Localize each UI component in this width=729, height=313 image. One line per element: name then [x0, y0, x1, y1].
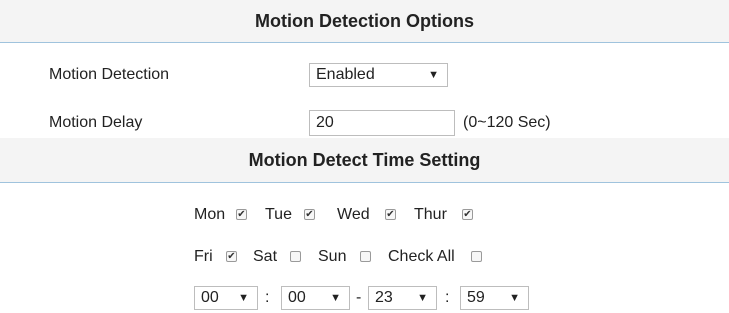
day-label-tue: Tue	[265, 206, 292, 223]
day-label-thur: Thur	[414, 206, 447, 223]
time-setting-title: Motion Detect Time Setting	[248, 150, 481, 170]
dropdown-arrow-icon: ▼	[238, 292, 249, 304]
day-label-fri: Fri	[194, 248, 213, 265]
checkbox-wed[interactable]: ✔	[385, 209, 396, 220]
end-hour-select[interactable]: 23 ▼	[368, 286, 437, 310]
checkbox-mon[interactable]: ✔	[236, 209, 247, 220]
checkbox-tue[interactable]: ✔	[304, 209, 315, 220]
checkbox-fri[interactable]: ✔	[226, 251, 237, 262]
day-label-sun: Sun	[318, 248, 347, 265]
motion-delay-hint: (0~120 Sec)	[463, 114, 551, 131]
motion-delay-label: Motion Delay	[49, 114, 143, 131]
dropdown-arrow-icon: ▼	[417, 292, 428, 304]
check-all-label: Check All	[388, 248, 455, 265]
day-label-sat: Sat	[253, 248, 278, 265]
day-label-mon: Mon	[194, 206, 226, 223]
day-label-wed: Wed	[337, 206, 370, 223]
motion-detection-label: Motion Detection	[49, 66, 170, 83]
dropdown-arrow-icon: ▼	[428, 69, 439, 81]
start-minute-value: 00	[288, 289, 306, 306]
checkbox-thur[interactable]: ✔	[462, 209, 473, 220]
checkbox-sun[interactable]	[360, 251, 371, 262]
dropdown-arrow-icon: ▼	[330, 292, 341, 304]
end-minute-value: 59	[467, 289, 485, 306]
motion-options-header: Motion Detection Options	[0, 0, 729, 43]
start-hour-select[interactable]: 00 ▼	[194, 286, 258, 310]
time-colon-1: :	[265, 289, 270, 306]
time-setting-header: Motion Detect Time Setting	[0, 138, 729, 183]
start-hour-value: 00	[201, 289, 219, 306]
motion-options-title: Motion Detection Options	[255, 11, 474, 31]
checkbox-sat[interactable]	[290, 251, 301, 262]
end-hour-value: 23	[375, 289, 393, 306]
start-minute-select[interactable]: 00 ▼	[281, 286, 350, 310]
dropdown-arrow-icon: ▼	[509, 292, 520, 304]
motion-delay-input[interactable]: 20	[309, 110, 455, 136]
time-colon-2: :	[445, 289, 450, 306]
time-dash: -	[356, 289, 362, 306]
checkbox-check-all[interactable]	[471, 251, 482, 262]
motion-delay-value: 20	[316, 114, 334, 131]
motion-detection-value: Enabled	[316, 66, 375, 83]
motion-detection-select[interactable]: Enabled ▼	[309, 63, 448, 87]
end-minute-select[interactable]: 59 ▼	[460, 286, 529, 310]
